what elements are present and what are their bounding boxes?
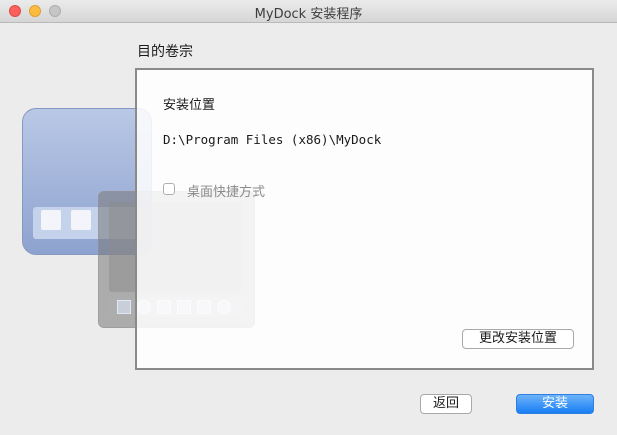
install-button[interactable]: 安装: [516, 394, 594, 414]
desktop-shortcut-label[interactable]: 桌面快捷方式: [187, 181, 265, 200]
back-button[interactable]: 返回: [420, 394, 472, 414]
install-path-value: D:\Program Files (x86)\MyDock: [163, 132, 382, 147]
install-location-label: 安装位置: [163, 98, 216, 113]
change-location-button[interactable]: 更改安装位置: [462, 329, 574, 349]
desktop-shortcut-checkbox[interactable]: [163, 183, 175, 195]
window-title: MyDock 安装程序: [254, 7, 363, 22]
destination-panel: 安装位置 D:\Program Files (x86)\MyDock 桌面快捷方…: [135, 68, 594, 370]
section-heading: 目的卷宗: [137, 44, 193, 60]
title-bar[interactable]: MyDock 安装程序: [0, 0, 617, 23]
